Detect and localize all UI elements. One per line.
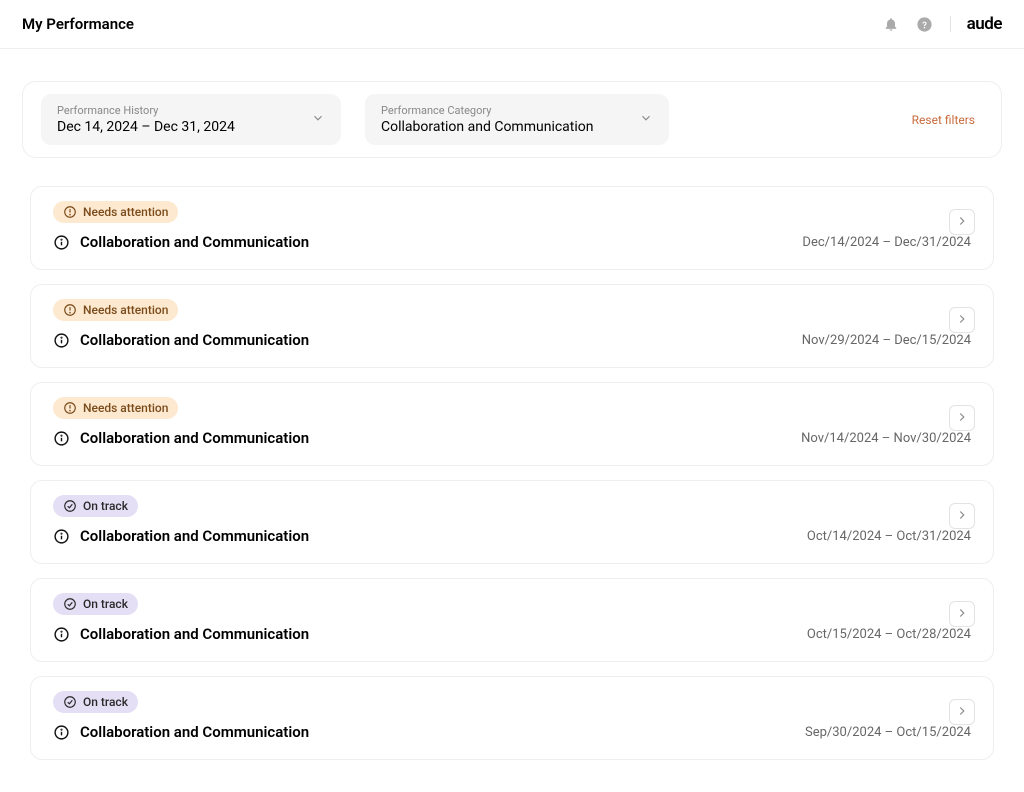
filter-performance-category[interactable]: Performance Category Collaboration and C… <box>365 94 669 145</box>
expand-button[interactable] <box>949 307 975 333</box>
status-badge: On track <box>53 593 138 615</box>
help-icon[interactable] <box>916 15 934 33</box>
info-icon[interactable] <box>53 430 70 447</box>
expand-button[interactable] <box>949 699 975 725</box>
performance-card: On track Collaboration and Communication O… <box>30 578 994 662</box>
alert-circle-icon <box>63 303 77 317</box>
performance-card: On track Collaboration and Communication O… <box>30 480 994 564</box>
info-icon[interactable] <box>53 332 70 349</box>
card-date-range: Oct/15/2024 – Oct/28/2024 <box>807 627 971 642</box>
card-title: Collaboration and Communication <box>80 331 309 349</box>
card-title: Collaboration and Communication <box>80 723 309 741</box>
card-title: Collaboration and Communication <box>80 233 309 251</box>
page-title: My Performance <box>22 15 134 33</box>
filter-label: Performance History <box>57 104 235 117</box>
performance-card: On track Collaboration and Communication S… <box>30 676 994 760</box>
header-divider <box>950 16 951 32</box>
alert-circle-icon <box>63 401 77 415</box>
chevron-right-icon <box>955 409 969 428</box>
check-circle-icon <box>63 695 77 709</box>
chevron-right-icon <box>955 605 969 624</box>
header-actions: aude <box>882 14 1002 34</box>
chevron-right-icon <box>955 703 969 722</box>
card-body: Collaboration and Communication Oct/15/20… <box>53 625 971 643</box>
chevron-right-icon <box>955 311 969 330</box>
card-title-wrap: Collaboration and Communication <box>53 331 309 349</box>
status-badge-label: Needs attention <box>83 303 168 317</box>
check-circle-icon <box>63 499 77 513</box>
card-body: Collaboration and Communication Nov/29/20… <box>53 331 971 349</box>
card-body: Collaboration and Communication Sep/30/20… <box>53 723 971 741</box>
card-date-range: Nov/14/2024 – Nov/30/2024 <box>801 431 971 446</box>
info-icon[interactable] <box>53 626 70 643</box>
card-title-wrap: Collaboration and Communication <box>53 723 309 741</box>
chevron-down-icon <box>311 110 325 129</box>
check-circle-icon <box>63 597 77 611</box>
status-badge: On track <box>53 691 138 713</box>
info-icon[interactable] <box>53 234 70 251</box>
filters-panel: Performance History Dec 14, 2024 – Dec 3… <box>22 81 1002 158</box>
expand-button[interactable] <box>949 405 975 431</box>
card-body: Collaboration and Communication Dec/14/20… <box>53 233 971 251</box>
performance-list: Needs attention Collaboration and Communi… <box>22 186 1002 760</box>
status-badge: Needs attention <box>53 397 178 419</box>
performance-card: Needs attention Collaboration and Communi… <box>30 186 994 270</box>
card-date-range: Dec/14/2024 – Dec/31/2024 <box>802 235 971 250</box>
expand-button[interactable] <box>949 503 975 529</box>
brand-logo: aude <box>967 14 1002 34</box>
app-header: My Performance aude <box>0 0 1024 49</box>
status-badge-label: On track <box>83 695 128 709</box>
performance-card: Needs attention Collaboration and Communi… <box>30 382 994 466</box>
card-title-wrap: Collaboration and Communication <box>53 625 309 643</box>
chevron-down-icon <box>639 110 653 129</box>
card-body: Collaboration and Communication Oct/14/20… <box>53 527 971 545</box>
status-badge-label: Needs attention <box>83 205 168 219</box>
filter-value: Collaboration and Communication <box>381 119 594 135</box>
alert-circle-icon <box>63 205 77 219</box>
chevron-right-icon <box>955 213 969 232</box>
status-badge-label: On track <box>83 499 128 513</box>
expand-button[interactable] <box>949 601 975 627</box>
card-title: Collaboration and Communication <box>80 625 309 643</box>
card-title: Collaboration and Communication <box>80 429 309 447</box>
card-date-range: Nov/29/2024 – Dec/15/2024 <box>802 333 971 348</box>
info-icon[interactable] <box>53 724 70 741</box>
status-badge-label: Needs attention <box>83 401 168 415</box>
card-title-wrap: Collaboration and Communication <box>53 429 309 447</box>
status-badge: On track <box>53 495 138 517</box>
card-title-wrap: Collaboration and Communication <box>53 233 309 251</box>
card-body: Collaboration and Communication Nov/14/20… <box>53 429 971 447</box>
status-badge-label: On track <box>83 597 128 611</box>
expand-button[interactable] <box>949 209 975 235</box>
card-title: Collaboration and Communication <box>80 527 309 545</box>
status-badge: Needs attention <box>53 201 178 223</box>
card-date-range: Sep/30/2024 – Oct/15/2024 <box>805 725 971 740</box>
card-title-wrap: Collaboration and Communication <box>53 527 309 545</box>
filter-content: Performance Category Collaboration and C… <box>381 104 594 135</box>
filter-label: Performance Category <box>381 104 594 117</box>
chevron-right-icon <box>955 507 969 526</box>
filter-content: Performance History Dec 14, 2024 – Dec 3… <box>57 104 235 135</box>
performance-card: Needs attention Collaboration and Communi… <box>30 284 994 368</box>
info-icon[interactable] <box>53 528 70 545</box>
notifications-icon[interactable] <box>882 15 900 33</box>
reset-filters-link[interactable]: Reset filters <box>912 113 975 127</box>
status-badge: Needs attention <box>53 299 178 321</box>
filter-performance-history[interactable]: Performance History Dec 14, 2024 – Dec 3… <box>41 94 341 145</box>
filter-value: Dec 14, 2024 – Dec 31, 2024 <box>57 119 235 135</box>
main-content: Performance History Dec 14, 2024 – Dec 3… <box>0 49 1024 792</box>
card-date-range: Oct/14/2024 – Oct/31/2024 <box>807 529 971 544</box>
